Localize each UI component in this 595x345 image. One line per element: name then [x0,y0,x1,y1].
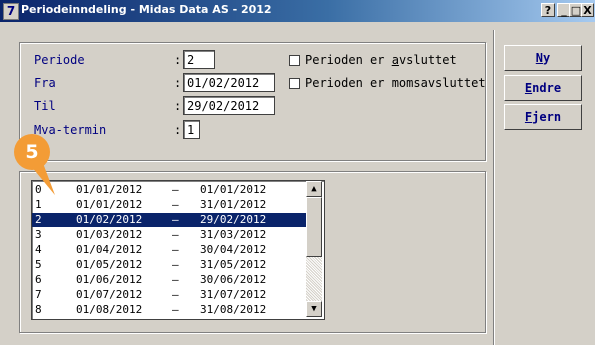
colon: : [174,123,182,137]
fjern-button[interactable]: Fjern [504,104,582,130]
list-item[interactable]: 5 01/05/2012 – 31/05/2012 [32,258,306,272]
scroll-thumb[interactable] [306,197,322,257]
row-number: 5 [35,258,42,271]
vertical-divider [493,30,494,345]
title-bar[interactable]: 7 Periodeinndeling - Midas Data AS - 201… [0,0,595,22]
perioden-momsavsluttet-label[interactable]: Perioden er momsavsluttet [305,76,486,90]
row-dash: – [172,198,179,211]
row-dash: – [172,183,179,196]
row-number: 7 [35,288,42,301]
row-to-date: 31/08/2012 [200,303,267,316]
list-item[interactable]: 0 01/01/2012 – 01/01/2012 [32,183,306,197]
colon: : [174,76,182,90]
row-number: 4 [35,243,42,256]
til-date-field[interactable]: 29/02/2012 [183,96,275,115]
row-to-date: 30/04/2012 [200,243,267,256]
perioden-momsavsluttet-checkbox[interactable] [289,78,300,89]
row-dash: – [172,303,179,316]
perioden-avsluttet-checkbox[interactable] [289,55,300,66]
row-from-date: 01/04/2012 [76,243,143,256]
list-item[interactable]: 7 01/07/2012 – 31/07/2012 [32,288,306,302]
list-item[interactable]: 3 01/03/2012 – 31/03/2012 [32,228,306,242]
colon: : [174,99,182,113]
dialog-window: 7 Periodeinndeling - Midas Data AS - 201… [0,0,595,345]
scroll-down-arrow-icon[interactable]: ▼ [306,301,322,317]
ny-button[interactable]: Ny [504,45,582,71]
list-item[interactable]: 4 01/04/2012 – 30/04/2012 [32,243,306,257]
row-to-date: 31/07/2012 [200,288,267,301]
row-number: 8 [35,303,42,316]
row-to-date: 01/01/2012 [200,183,267,196]
row-dash: – [172,228,179,241]
help-button[interactable]: ? [541,3,555,17]
row-number: 3 [35,228,42,241]
list-item[interactable]: 6 01/06/2012 – 30/06/2012 [32,273,306,287]
row-to-date: 31/05/2012 [200,258,267,271]
fra-date-field[interactable]: 01/02/2012 [183,73,275,92]
row-from-date: 01/05/2012 [76,258,143,271]
list-scrollbar[interactable]: ▲ ▼ [306,181,322,317]
periode-field[interactable]: 2 [183,50,215,69]
app-icon: 7 [3,3,19,20]
perioden-avsluttet-label[interactable]: Perioden er avsluttet [305,53,457,67]
row-from-date: 01/06/2012 [76,273,143,286]
endre-button[interactable]: Endre [504,75,582,101]
row-from-date: 01/01/2012 [76,198,143,211]
row-from-date: 01/01/2012 [76,183,143,196]
row-number: 0 [35,183,42,196]
list-item[interactable]: 2 01/02/2012 – 29/02/2012 [32,213,306,227]
periode-label: Periode [34,53,85,67]
row-dash: – [172,288,179,301]
row-to-date: 29/02/2012 [200,213,267,226]
row-dash: – [172,213,179,226]
row-number: 2 [35,213,42,226]
colon: : [174,53,182,67]
row-from-date: 01/07/2012 [76,288,143,301]
mva-termin-label: Mva-termin [34,123,107,137]
row-to-date: 31/03/2012 [200,228,267,241]
row-to-date: 30/06/2012 [200,273,267,286]
list-item[interactable]: 8 01/08/2012 – 31/08/2012 [32,303,306,317]
row-dash: – [172,243,179,256]
mva-termin-field[interactable]: 1 [183,120,200,139]
period-listbox[interactable]: 0 01/01/2012 – 01/01/2012 1 01/01/2012 – 31/01/… [31,180,325,320]
til-label: Til [34,99,56,113]
row-from-date: 01/02/2012 [76,213,143,226]
window-title: Periodeinndeling - Midas Data AS - 2012 [21,3,272,16]
row-number: 6 [35,273,42,286]
list-item[interactable]: 1 01/01/2012 – 31/01/2012 [32,198,306,212]
close-button[interactable]: X [581,3,594,17]
row-dash: – [172,258,179,271]
scroll-up-arrow-icon[interactable]: ▲ [306,181,322,197]
row-from-date: 01/08/2012 [76,303,143,316]
row-number: 1 [35,198,42,211]
row-from-date: 01/03/2012 [76,228,143,241]
fra-label: Fra [34,76,56,90]
row-to-date: 31/01/2012 [200,198,267,211]
row-dash: – [172,273,179,286]
step-callout-badge: 5 [14,134,50,170]
